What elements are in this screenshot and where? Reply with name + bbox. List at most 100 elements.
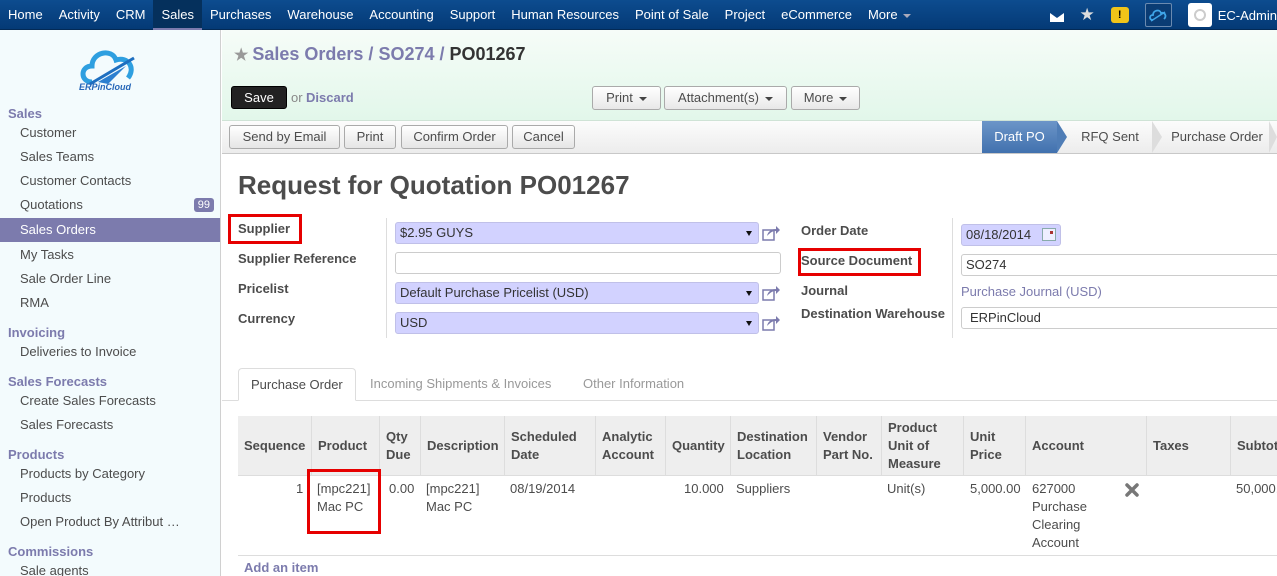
stage-rfq-sent[interactable]: RFQ Sent [1070, 121, 1150, 153]
print-dropdown-label: Print [606, 90, 633, 105]
add-an-item-link[interactable]: Add an item [244, 560, 318, 575]
sidebar-item-products[interactable]: Products [0, 486, 220, 510]
breadcrumb-sales-orders[interactable]: Sales Orders [252, 44, 363, 65]
journal-label: Journal [801, 283, 848, 298]
order-date-value: 08/18/2014 [966, 227, 1032, 242]
cell-subtotal: 50,000.00 [1236, 481, 1277, 496]
sidebar-item-products-by-category[interactable]: Products by Category [0, 462, 220, 486]
more-dropdown[interactable]: More [791, 86, 860, 110]
menu-crm[interactable]: CRM [108, 0, 154, 30]
external-link-icon[interactable] [762, 315, 780, 331]
pricelist-field[interactable]: Default Purchase Pricelist (USD) [395, 282, 759, 304]
cell-account: 627000 Purchase Clearing Account [1032, 481, 1087, 550]
column-account[interactable]: Account [1025, 416, 1146, 476]
mail-icon [1049, 12, 1064, 22]
sidebar-item-my-tasks[interactable]: My Tasks [0, 243, 220, 267]
menu-point-of-sale[interactable]: Point of Sale [627, 0, 717, 30]
sidebar-item-create-sales-forecasts[interactable]: Create Sales Forecasts [0, 389, 220, 413]
breadcrumb: ★ Sales Orders / SO274 / PO01267 [234, 44, 526, 65]
cancel-button[interactable]: Cancel [512, 125, 575, 149]
tab-purchase-order[interactable]: Purchase Order [238, 368, 356, 401]
external-link-icon[interactable] [762, 285, 780, 301]
menu-accounting[interactable]: Accounting [361, 0, 441, 30]
menu-activity[interactable]: Activity [51, 0, 108, 30]
menu-home[interactable]: Home [0, 0, 51, 30]
save-button[interactable]: Save [231, 86, 287, 109]
menu-warehouse[interactable]: Warehouse [279, 0, 361, 30]
menu-support[interactable]: Support [442, 0, 504, 30]
column-description[interactable]: Description [420, 416, 504, 476]
destination-warehouse-field[interactable]: ERPinCloud [961, 307, 1277, 329]
column-product[interactable]: Product [311, 416, 379, 476]
currency-field[interactable]: USD [395, 312, 759, 334]
external-link-icon[interactable] [762, 225, 780, 241]
column-quantity[interactable]: Quantity [665, 416, 730, 476]
user-menu[interactable]: EC-Admin [1187, 0, 1277, 30]
column-product-uom[interactable]: Product Unit of Measure [881, 416, 963, 476]
supplier-reference-input[interactable] [395, 252, 781, 274]
menu-more[interactable]: More [860, 0, 919, 30]
attachments-dropdown[interactable]: Attachment(s) [664, 86, 787, 110]
or-text: or [291, 90, 303, 105]
journal-link[interactable]: Purchase Journal (USD) [961, 284, 1102, 299]
column-analytic-account[interactable]: Analytic Account [595, 416, 665, 476]
messages-button[interactable] [1049, 0, 1064, 30]
breadcrumb-so274[interactable]: SO274 [378, 44, 434, 65]
menu-project[interactable]: Project [717, 0, 773, 30]
menu-purchases[interactable]: Purchases [202, 0, 279, 30]
sidebar-item-rma[interactable]: RMA [0, 291, 220, 315]
column-destination-location-label: Destination Location [737, 429, 808, 462]
dropdown-arrow-icon [746, 321, 752, 326]
calendar-icon[interactable] [1042, 228, 1056, 241]
supplier-field[interactable]: $2.95 GUYS [395, 222, 759, 244]
star-icon: ★ [1079, 5, 1095, 24]
app-switch-button[interactable] [1144, 0, 1172, 30]
print-button[interactable]: Print [344, 125, 396, 149]
sidebar-section-commissions: Commissions [8, 544, 94, 559]
sidebar-item-quotations[interactable]: Quotations 99 [0, 193, 220, 217]
warning-button[interactable]: ! [1110, 0, 1129, 30]
column-qty-due[interactable]: Qty Due [379, 416, 420, 476]
print-dropdown[interactable]: Print [592, 86, 661, 110]
caret-down-icon [839, 96, 848, 101]
tab-incoming-shipments-invoices[interactable]: Incoming Shipments & Invoices [358, 368, 563, 401]
menu-sales[interactable]: Sales [153, 0, 202, 30]
sidebar-item-sales-teams[interactable]: Sales Teams [0, 145, 220, 169]
logo-text: ERPinCloud [79, 82, 131, 92]
sidebar-item-sale-agents[interactable]: Sale agents [0, 559, 220, 576]
favorite-star-icon[interactable]: ★ [234, 45, 248, 65]
favorites-button[interactable]: ★ [1080, 0, 1095, 30]
sidebar-item-sales-orders[interactable]: Sales Orders [0, 218, 220, 242]
sidebar-item-customer-contacts[interactable]: Customer Contacts [0, 169, 220, 193]
column-sequence[interactable]: Sequence [238, 416, 311, 476]
sidebar-item-deliveries-to-invoice[interactable]: Deliveries to Invoice [0, 340, 220, 364]
delete-line-icon[interactable] [1125, 483, 1139, 497]
more-dropdown-label: More [803, 90, 834, 105]
stage-draft-po[interactable]: Draft PO [982, 121, 1057, 153]
menu-human-resources[interactable]: Human Resources [503, 0, 627, 30]
menu-ecommerce[interactable]: eCommerce [773, 0, 860, 30]
send-by-email-button[interactable]: Send by Email [229, 125, 340, 149]
column-vendor-part-no[interactable]: Vendor Part No. [816, 416, 881, 476]
currency-value: USD [400, 315, 428, 330]
column-subtotal[interactable]: Subtotal [1230, 416, 1277, 476]
discard-button[interactable]: Discard [306, 90, 354, 105]
pricelist-label: Pricelist [238, 281, 289, 296]
column-destination-location[interactable]: Destination Location [730, 416, 816, 476]
cell-description: [mpc221] Mac PC [426, 481, 480, 514]
confirm-order-button[interactable]: Confirm Order [401, 125, 508, 149]
sidebar-item-sales-forecasts[interactable]: Sales Forecasts [0, 413, 220, 437]
sidebar-section-sales-forecasts: Sales Forecasts [8, 374, 108, 389]
sidebar-item-open-product-by-attribute[interactable]: Open Product By Attribut … [0, 510, 220, 534]
source-document-input[interactable]: SO274 [961, 254, 1277, 276]
tab-other-information[interactable]: Other Information [571, 368, 696, 401]
column-taxes[interactable]: Taxes [1146, 416, 1230, 476]
column-unit-price[interactable]: Unit Price [963, 416, 1025, 476]
order-date-field[interactable]: 08/18/2014 [961, 224, 1061, 246]
sidebar-item-sale-order-line[interactable]: Sale Order Line [0, 267, 220, 291]
stage-purchase-order[interactable]: Purchase Order [1164, 121, 1270, 153]
avatar [1187, 3, 1212, 27]
column-scheduled-date[interactable]: Scheduled Date [504, 416, 595, 476]
sidebar-item-customer[interactable]: Customer [0, 121, 220, 145]
menu-more-label: More [867, 7, 898, 22]
